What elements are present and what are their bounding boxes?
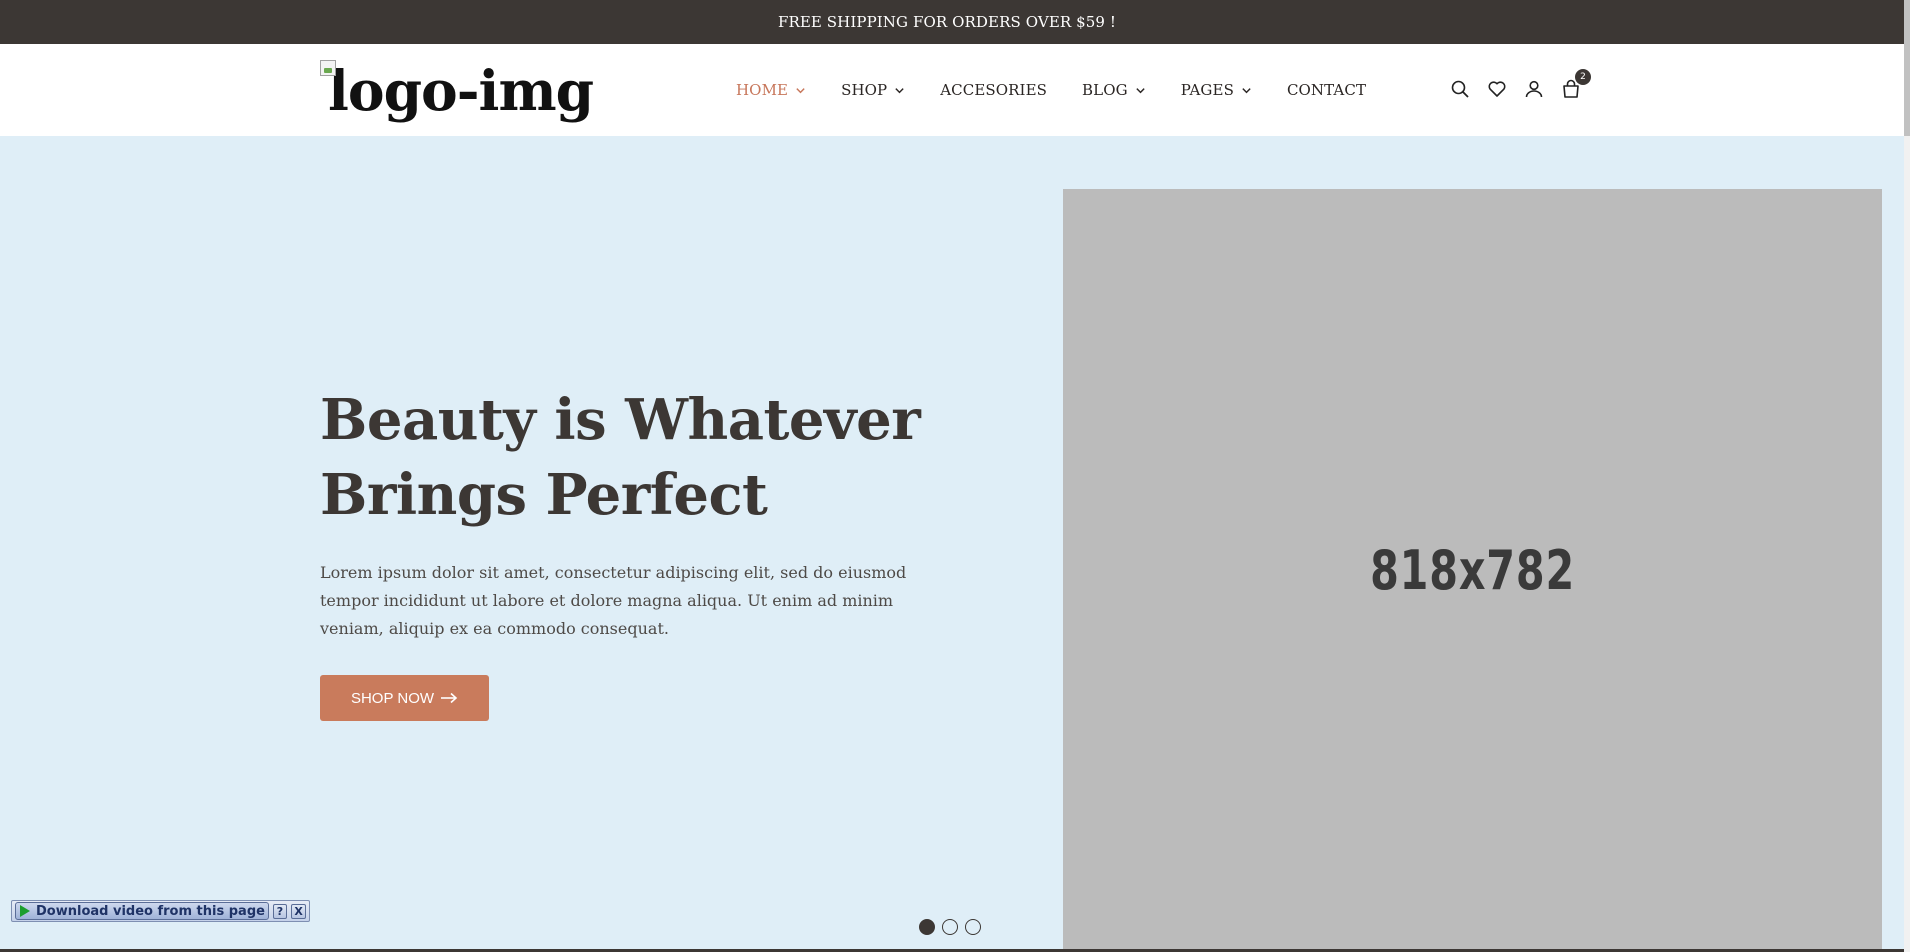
- scrollbar[interactable]: [1904, 0, 1910, 952]
- heart-icon[interactable]: [1487, 79, 1507, 99]
- chevron-down-icon: [1136, 87, 1145, 93]
- download-video-button[interactable]: Download video from this page: [15, 902, 269, 920]
- nav-item-label: ACCESORIES: [940, 81, 1048, 99]
- logo[interactable]: logo-img: [320, 58, 594, 123]
- shop-now-label: SHOP NOW: [350, 689, 435, 707]
- scrollbar-thumb[interactable]: [1904, 0, 1910, 136]
- hero-title-line: Beauty is Whatever: [320, 387, 921, 453]
- broken-image-icon: [320, 60, 336, 76]
- download-video-label: Download video from this page: [36, 903, 265, 919]
- slider-pagination: [919, 919, 988, 935]
- hero-title-line: Brings Perfect: [320, 462, 768, 528]
- shop-now-button[interactable]: SHOP NOW: [320, 675, 489, 721]
- arrow-right-icon: [441, 692, 458, 704]
- nav-item-accesories[interactable]: ACCESORIES: [940, 81, 1047, 99]
- logo-alt-text: logo-img: [328, 58, 594, 123]
- search-icon[interactable]: [1450, 79, 1470, 99]
- cart-icon[interactable]: 2: [1561, 69, 1591, 99]
- nav-item-label: PAGES: [1180, 81, 1234, 99]
- close-button[interactable]: X: [291, 903, 306, 919]
- nav-item-contact[interactable]: CONTACT: [1287, 81, 1366, 99]
- chevron-down-icon: [1242, 87, 1251, 93]
- download-video-toolbar: Download video from this page ? X: [11, 900, 310, 922]
- play-icon: [20, 905, 30, 917]
- slider-dot[interactable]: [942, 919, 958, 935]
- cart-count-badge: 2: [1575, 69, 1591, 85]
- hero-slider: Beauty is Whatever Brings Perfect Lorem …: [0, 136, 1904, 952]
- chevron-down-icon: [895, 87, 904, 93]
- nav-item-pages[interactable]: PAGES: [1181, 81, 1252, 99]
- nav-item-label: CONTACT: [1286, 81, 1367, 99]
- user-icon[interactable]: [1524, 79, 1544, 99]
- slider-dot[interactable]: [919, 919, 935, 935]
- nav-item-shop[interactable]: SHOP: [841, 81, 905, 99]
- nav-item-label: SHOP: [841, 81, 888, 99]
- header-actions: 2: [1450, 69, 1598, 103]
- site-header: logo-img HOME SHOP ACCESORIES BLOG PAGES…: [0, 44, 1904, 136]
- hero-description: Lorem ipsum dolor sit amet, consectetur …: [320, 563, 907, 638]
- nav-item-blog[interactable]: BLOG: [1082, 81, 1146, 99]
- announcement-bar: FREE SHIPPING FOR ORDERS OVER $59 !: [0, 0, 1910, 44]
- main-nav: HOME SHOP ACCESORIES BLOG PAGES CONTACT: [736, 44, 1366, 136]
- announcement-text: FREE SHIPPING FOR ORDERS OVER $59 !: [777, 13, 1117, 31]
- placeholder-dimensions: 818x782: [1370, 539, 1575, 602]
- hero-title: Beauty is Whatever Brings Perfect: [320, 383, 940, 533]
- hero-image-placeholder: 818x782: [1063, 189, 1882, 952]
- slider-dot[interactable]: [965, 919, 981, 935]
- nav-item-label: HOME: [736, 81, 789, 99]
- nav-item-home[interactable]: HOME: [736, 81, 806, 99]
- help-button[interactable]: ?: [272, 903, 288, 919]
- nav-item-label: BLOG: [1082, 81, 1128, 99]
- chevron-down-icon: [796, 87, 805, 93]
